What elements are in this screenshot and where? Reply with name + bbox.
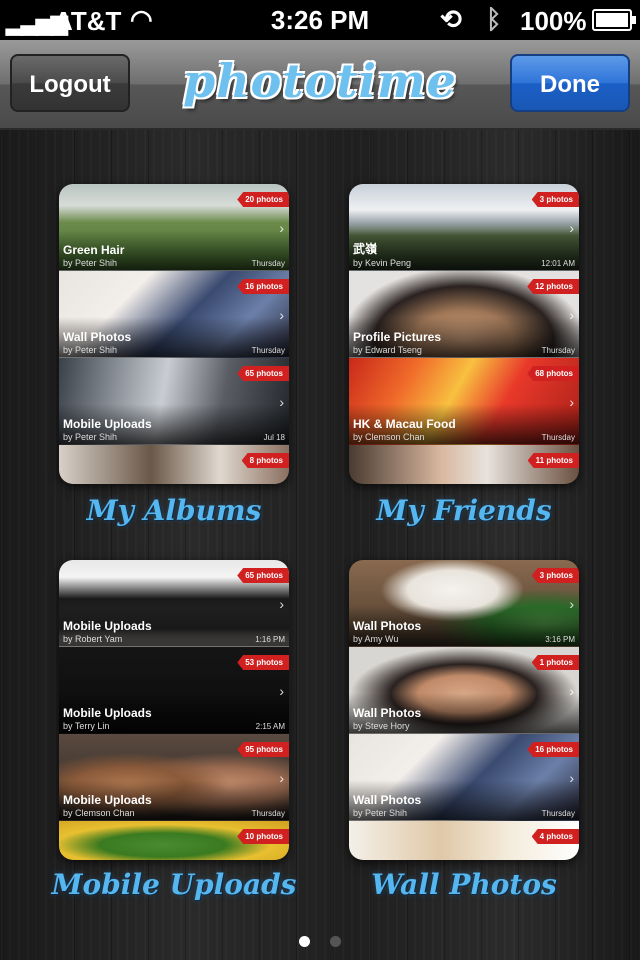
chevron-right-icon: › (279, 394, 284, 410)
photo-count-badge: 95 photos (237, 742, 289, 757)
album-stack-my-albums[interactable]: 20 photos › Green Hair by Peter Shih Thu… (59, 184, 289, 484)
rotation-lock-icon: ⟲ (440, 4, 462, 34)
chevron-right-icon: › (569, 683, 574, 699)
done-button[interactable]: Done (510, 54, 630, 112)
album-title: Wall Photos (353, 793, 422, 807)
chevron-right-icon: › (279, 683, 284, 699)
chevron-right-icon: › (569, 770, 574, 786)
page-dot[interactable] (330, 936, 342, 947)
album-owner: by Peter Shih (353, 808, 408, 818)
photo-count-badge: 53 photos (237, 655, 289, 670)
album-title: Mobile Uploads (63, 417, 152, 431)
album-date: Jul 18 (263, 433, 285, 442)
album-tile[interactable]: 8 photos (59, 445, 289, 484)
album-tile[interactable]: 95 photos › Mobile Uploads by Clemson Ch… (59, 734, 289, 821)
chevron-right-icon: › (279, 596, 284, 612)
album-owner: by Peter Shih (63, 258, 118, 268)
album-owner: by Kevin Peng (353, 258, 412, 268)
photo-count-badge: 16 photos (237, 279, 289, 294)
album-tile[interactable]: 3 photos › 武嶺 by Kevin Peng 12:01 AM (349, 184, 579, 271)
album-date: 2:15 AM (255, 722, 285, 731)
chevron-right-icon: › (279, 770, 284, 786)
album-date: 12:01 AM (541, 259, 575, 268)
status-bar: ▂▃▅▆ AT&T ◠ 3:26 PM ⟲ ᛒ 100% (0, 0, 640, 40)
album-date: 1:16 PM (255, 635, 285, 644)
album-tile[interactable]: 53 photos › Mobile Uploads by Terry Lin … (59, 647, 289, 734)
battery-percent: 100% (520, 6, 587, 36)
battery-icon (592, 9, 636, 31)
album-owner: by Amy Wu (353, 634, 399, 644)
photo-count-badge: 11 photos (527, 453, 579, 468)
album-tile[interactable]: 12 photos › Profile Pictures by Edward T… (349, 271, 579, 358)
group-caption: My Friends (376, 494, 552, 527)
album-stack-my-friends[interactable]: 3 photos › 武嶺 by Kevin Peng 12:01 AM 12 … (349, 184, 579, 484)
album-title: Mobile Uploads (63, 619, 152, 633)
chevron-right-icon: › (279, 220, 284, 236)
album-title: Wall Photos (63, 330, 132, 344)
photo-count-badge: 8 photos (241, 453, 289, 468)
group-caption: Mobile Uploads (51, 868, 297, 901)
photo-count-badge: 16 photos (527, 742, 579, 757)
album-title: Mobile Uploads (63, 793, 152, 807)
album-title: Mobile Uploads (63, 706, 152, 720)
album-owner: by Edward Tseng (353, 345, 422, 355)
album-tile[interactable]: 11 photos (349, 445, 579, 484)
album-stack-wall-photos[interactable]: 3 photos › Wall Photos by Amy Wu 3:16 PM… (349, 560, 579, 860)
photo-count-badge: 3 photos (531, 568, 579, 583)
chevron-right-icon: › (569, 394, 574, 410)
album-date: Thursday (251, 346, 285, 355)
photo-count-badge: 12 photos (527, 279, 579, 294)
album-date: Thursday (251, 259, 285, 268)
album-date: Thursday (541, 433, 575, 442)
chevron-right-icon: › (569, 307, 574, 323)
chevron-right-icon: › (569, 220, 574, 236)
navigation-bar: Logout phototime Done (0, 40, 640, 130)
chevron-right-icon: › (569, 596, 574, 612)
photo-count-badge: 68 photos (527, 366, 579, 381)
chevron-right-icon: › (279, 307, 284, 323)
photo-count-badge: 3 photos (531, 192, 579, 207)
album-date: Thursday (541, 809, 575, 818)
album-date: Thursday (541, 346, 575, 355)
album-owner: by Clemson Chan (353, 432, 425, 442)
album-title: 武嶺 (353, 242, 378, 256)
album-tile[interactable]: 20 photos › Green Hair by Peter Shih Thu… (59, 184, 289, 271)
album-title: HK & Macau Food (353, 417, 456, 431)
album-title: Green Hair (63, 243, 125, 257)
page-dot-active[interactable] (298, 936, 310, 947)
album-owner: by Terry Lin (63, 721, 110, 731)
album-title: Profile Pictures (353, 330, 442, 344)
album-title: Wall Photos (353, 706, 422, 720)
album-stack-mobile-uploads[interactable]: 65 photos › Mobile Uploads by Robert Yam… (59, 560, 289, 860)
photo-count-badge: 20 photos (237, 192, 289, 207)
album-date: Thursday (251, 809, 285, 818)
album-owner: by Clemson Chan (63, 808, 135, 818)
group-caption: My Albums (86, 494, 262, 527)
album-tile[interactable]: 65 photos › Mobile Uploads by Peter Shih… (59, 358, 289, 445)
photo-count-badge: 4 photos (531, 829, 579, 844)
photo-count-badge: 65 photos (237, 568, 289, 583)
album-tile[interactable]: 68 photos › HK & Macau Food by Clemson C… (349, 358, 579, 445)
bluetooth-icon: ᛒ (486, 4, 502, 34)
album-tile[interactable]: 1 photos › Wall Photos by Steve Hory (349, 647, 579, 734)
album-tile[interactable]: 4 photos (349, 821, 579, 860)
album-tile[interactable]: 65 photos › Mobile Uploads by Robert Yam… (59, 560, 289, 647)
group-caption: Wall Photos (371, 868, 557, 901)
album-date: 3:16 PM (545, 635, 575, 644)
page-control[interactable] (0, 934, 640, 952)
album-tile[interactable]: 16 photos › Wall Photos by Peter Shih Th… (349, 734, 579, 821)
photo-count-badge: 65 photos (237, 366, 289, 381)
album-tile[interactable]: 10 photos (59, 821, 289, 860)
album-owner: by Peter Shih (63, 345, 118, 355)
photo-count-badge: 10 photos (237, 829, 289, 844)
album-tile[interactable]: 16 photos › Wall Photos by Peter Shih Th… (59, 271, 289, 358)
photo-count-badge: 1 photos (531, 655, 579, 670)
album-owner: by Steve Hory (353, 721, 410, 731)
album-owner: by Peter Shih (63, 432, 118, 442)
album-title: Wall Photos (353, 619, 422, 633)
album-owner: by Robert Yam (63, 634, 123, 644)
album-tile[interactable]: 3 photos › Wall Photos by Amy Wu 3:16 PM (349, 560, 579, 647)
